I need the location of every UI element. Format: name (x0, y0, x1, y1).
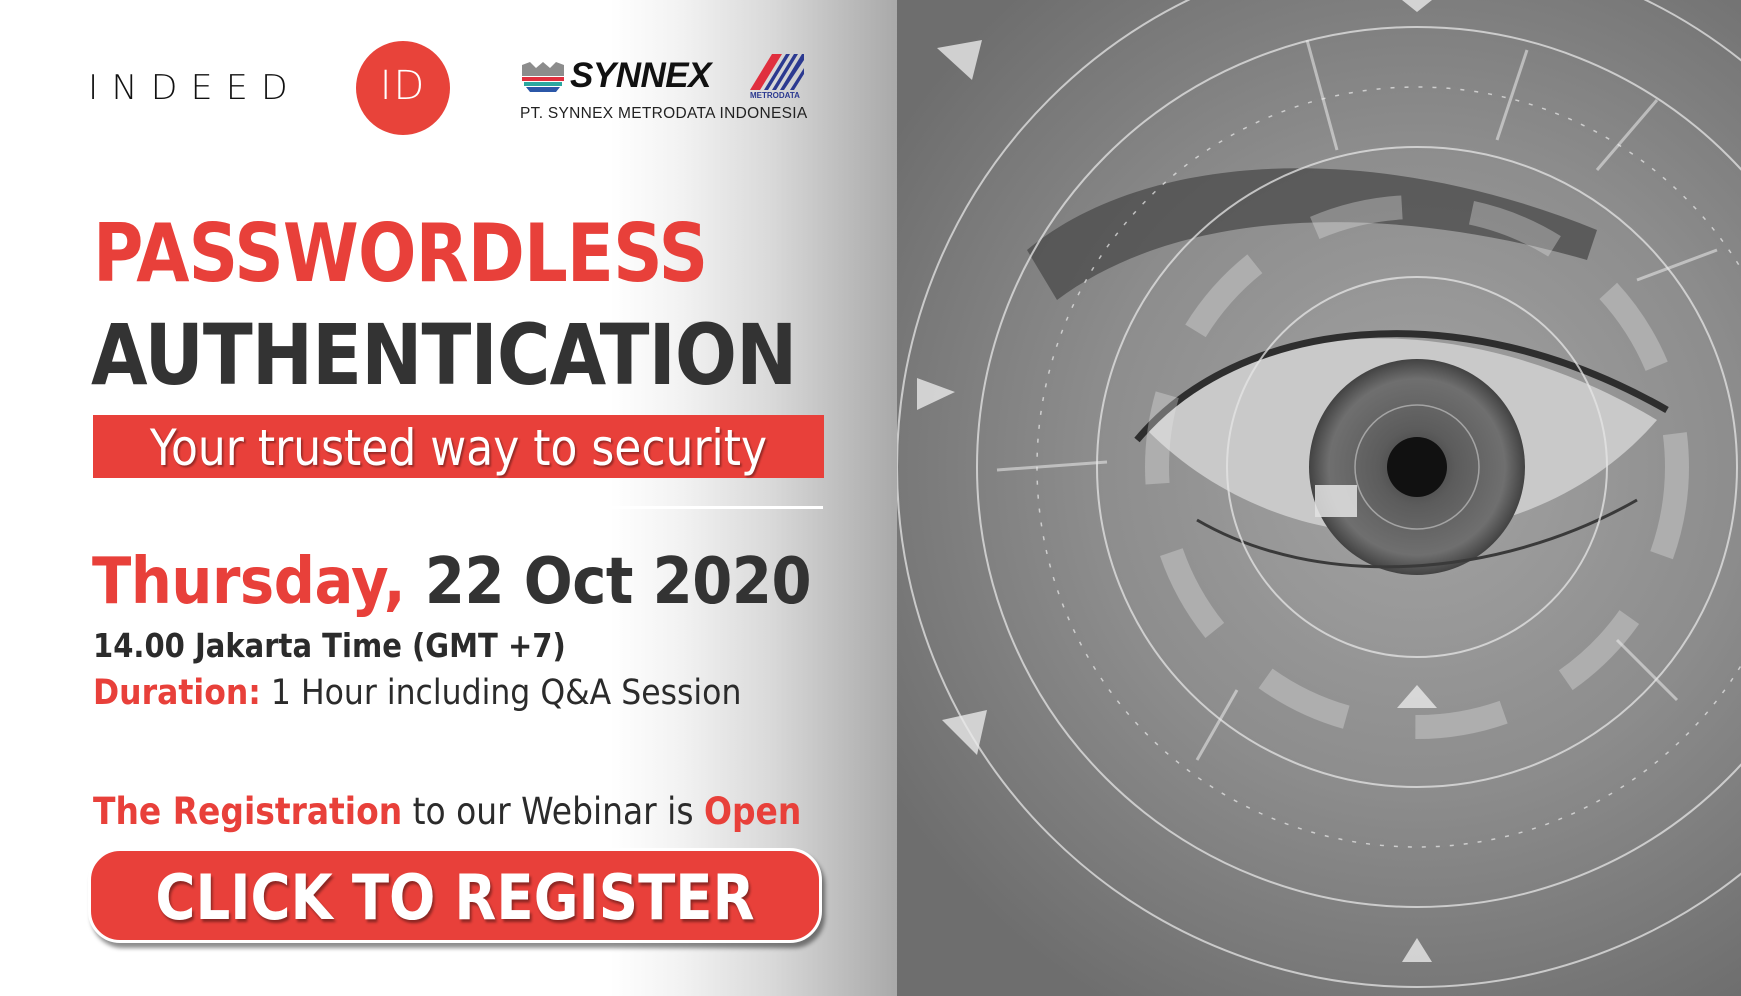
pupil (1387, 437, 1447, 497)
registration-word: The Registration (93, 790, 403, 833)
headline-passwordless: PASSWORDLESS (93, 207, 708, 300)
metrodata-logo-icon (750, 54, 804, 90)
event-date: Thursday, 22 Oct 2020 (92, 545, 812, 619)
registration-status: The Registration to our Webinar is Open (93, 790, 801, 833)
event-time: 14.00 Jakarta Time (GMT +7) (93, 626, 566, 665)
indeed-logo-wordmark: INDEED (88, 68, 301, 108)
eye-reflection (1315, 485, 1357, 517)
metrodata-logo-wordmark: METRODATA (750, 91, 800, 100)
eye-scan-photo (897, 0, 1741, 996)
left-panel (0, 0, 897, 996)
headline-authentication: AUTHENTICATION (91, 306, 797, 404)
synnex-company-name: PT. SYNNEX METRODATA INDONESIA (520, 105, 808, 122)
duration-label: Duration: (93, 673, 261, 713)
duration-value: 1 Hour including Q&A Session (260, 673, 742, 713)
tagline-text: Your trusted way to security (149, 419, 768, 477)
click-to-register-button[interactable]: CLICK TO REGISTER (88, 848, 822, 943)
indeed-id-badge-icon: ID (356, 41, 450, 135)
tagline-banner: Your trusted way to security (93, 415, 824, 478)
synnex-logo-wordmark: SYNNEX (570, 56, 711, 95)
indeed-id-badge-text: ID (379, 63, 427, 109)
synnex-emblem-icon (522, 62, 564, 92)
event-date-value: 22 Oct 2020 (405, 545, 812, 619)
event-day: Thursday, (92, 545, 406, 619)
eye-scan-illustration (897, 0, 1741, 996)
registration-middle: to our Webinar is (402, 790, 704, 833)
event-duration: Duration: 1 Hour including Q&A Session (93, 673, 741, 713)
register-button-label: CLICK TO REGISTER (155, 861, 755, 934)
divider-line (0, 506, 823, 509)
webinar-banner: INDEED ID SYNNEX METRODATA PT. SYNNEX ME… (0, 0, 1741, 996)
registration-open: Open (703, 790, 802, 833)
